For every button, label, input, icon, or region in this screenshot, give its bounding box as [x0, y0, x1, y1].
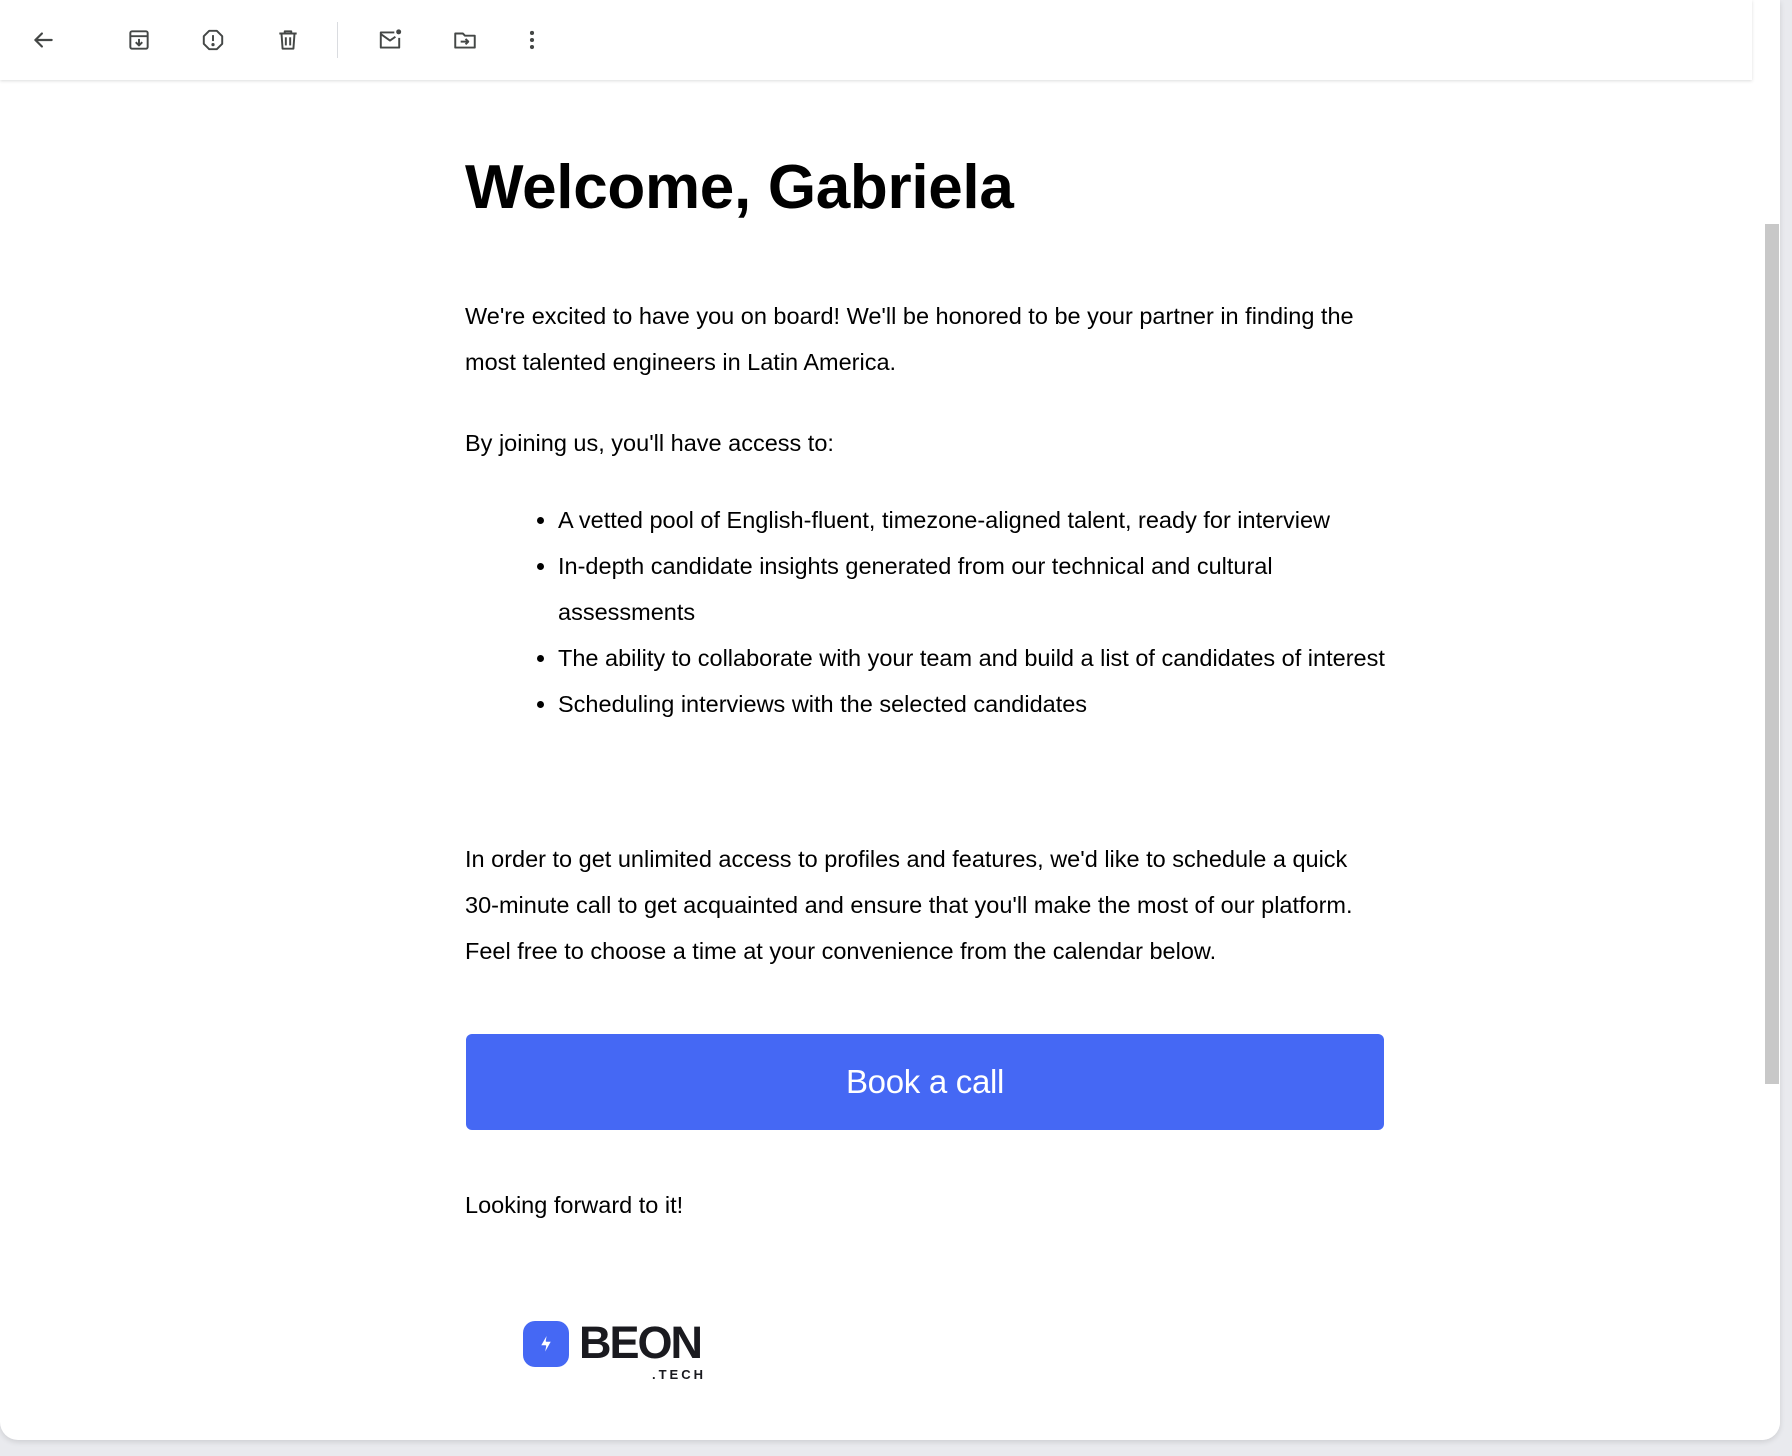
trash-icon [279, 30, 297, 50]
move-to-folder-icon [454, 32, 476, 49]
email-window: Welcome, Gabriela We're excited to have … [0, 0, 1780, 1440]
email-heading: Welcome, Gabriela [465, 153, 1014, 222]
intro-paragraph: We're excited to have you on board! We'l… [465, 303, 1354, 375]
logo-wordmark: BEON [579, 1317, 703, 1368]
call-paragraph: In order to get unlimited access to prof… [465, 846, 1353, 964]
logo-suffix: .TECH [652, 1367, 706, 1382]
mark-unread-button[interactable] [370, 20, 410, 60]
list-item: The ability to collaborate with your tea… [558, 635, 1385, 681]
back-button[interactable] [23, 20, 63, 60]
archive-icon [129, 30, 149, 50]
scrollbar-thumb[interactable] [1765, 224, 1779, 1084]
delete-button[interactable] [268, 20, 308, 60]
list-item: Scheduling interviews with the selected … [558, 681, 1385, 727]
report-spam-icon [202, 29, 224, 51]
move-to-button[interactable] [445, 20, 485, 60]
benefits-list: A vetted pool of English-fluent, timezon… [465, 497, 1385, 727]
scrollbar-track[interactable] [1762, 80, 1780, 1440]
list-item: A vetted pool of English-fluent, timezon… [558, 497, 1385, 543]
list-item: In-depth candidate insights generated fr… [558, 543, 1385, 635]
book-call-button[interactable]: Book a call [466, 1034, 1384, 1130]
lightning-bolt-icon [523, 1321, 569, 1367]
more-button[interactable] [512, 20, 552, 60]
toolbar-divider [337, 22, 338, 58]
arrow-left-icon [34, 32, 53, 48]
closing-text: Looking forward to it! [465, 1192, 684, 1218]
more-vertical-icon [529, 30, 535, 50]
beon-logo: BEON .TECH [523, 1317, 723, 1391]
access-intro: By joining us, you'll have access to: [465, 430, 834, 456]
report-spam-button[interactable] [193, 20, 233, 60]
mark-unread-icon [379, 29, 402, 49]
archive-button[interactable] [119, 20, 159, 60]
email-toolbar [0, 0, 1752, 80]
